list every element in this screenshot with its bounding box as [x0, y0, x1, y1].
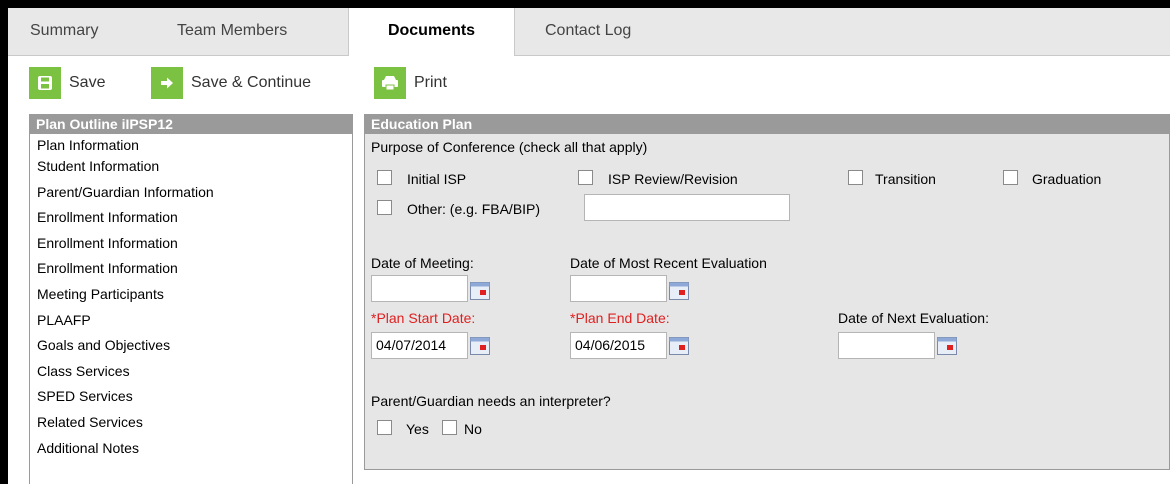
other-label: Other: (e.g. FBA/BIP) [407, 201, 541, 217]
outline-item-class-services[interactable]: Class Services [37, 359, 352, 385]
calendar-icon[interactable] [669, 282, 689, 300]
tab-documents[interactable]: Documents [348, 8, 515, 56]
save-label: Save [69, 74, 106, 91]
tab-summary[interactable]: Summary [30, 8, 98, 55]
education-plan-panel: Education Plan Purpose of Conference (ch… [364, 114, 1170, 470]
plan-start-date-input[interactable]: 04/07/2014 [371, 332, 468, 359]
purpose-label: Purpose of Conference (check all that ap… [371, 139, 648, 155]
plan-outline-panel: Plan Outline iIPSP12 Plan Information St… [29, 114, 353, 484]
outline-item-goals-objectives[interactable]: Goals and Objectives [37, 333, 352, 359]
outline-item-student-information[interactable]: Student Information [37, 154, 352, 180]
calendar-icon[interactable] [470, 337, 490, 355]
save-button[interactable]: Save [29, 67, 105, 99]
interpreter-no-checkbox[interactable] [442, 420, 457, 435]
interpreter-label: Parent/Guardian needs an interpreter? [371, 393, 611, 409]
outline-item-enrollment-information[interactable]: Enrollment Information [37, 231, 352, 257]
outline-item-additional-notes[interactable]: Additional Notes [37, 436, 352, 462]
plan-outline-list: Plan Information Student Information Par… [30, 134, 352, 461]
interpreter-yes-checkbox[interactable] [377, 420, 392, 435]
interpreter-yes-label: Yes [406, 421, 429, 437]
recent-eval-input[interactable] [570, 275, 667, 302]
outline-item-plaafp[interactable]: PLAAFP [37, 308, 352, 334]
outline-item-sped-services[interactable]: SPED Services [37, 384, 352, 410]
plan-outline-title: Plan Outline iIPSP12 [30, 115, 352, 134]
interpreter-no-label: No [464, 421, 482, 437]
plan-end-date-input[interactable]: 04/06/2015 [570, 332, 667, 359]
outline-item-related-services[interactable]: Related Services [37, 410, 352, 436]
outline-item-meeting-participants[interactable]: Meeting Participants [37, 282, 352, 308]
calendar-icon[interactable] [669, 337, 689, 355]
tab-contact-log[interactable]: Contact Log [545, 8, 631, 55]
calendar-icon[interactable] [937, 337, 957, 355]
education-plan-title: Education Plan [365, 115, 1169, 134]
plan-start-date-label: *Plan Start Date: [371, 310, 476, 326]
date-of-meeting-label: Date of Meeting: [371, 255, 474, 271]
tab-bar: Summary Team Members Documents Contact L… [8, 8, 1170, 56]
isp-review-checkbox[interactable] [578, 170, 593, 185]
plan-end-date-label: *Plan End Date: [570, 310, 670, 326]
save-continue-label: Save & Continue [191, 74, 312, 91]
print-label: Print [414, 74, 447, 91]
graduation-checkbox[interactable] [1003, 170, 1018, 185]
calendar-icon[interactable] [470, 282, 490, 300]
floppy-disk-icon [29, 67, 61, 99]
save-continue-button[interactable]: Save & Continue [151, 67, 311, 99]
printer-icon [374, 67, 406, 99]
date-of-meeting-input[interactable] [371, 275, 468, 302]
initial-isp-checkbox[interactable] [377, 170, 392, 185]
print-button[interactable]: Print [374, 67, 447, 99]
toolbar: Save Save & Continue Print [8, 56, 1170, 106]
other-checkbox[interactable] [377, 200, 392, 215]
other-field[interactable] [584, 194, 790, 221]
tab-team-members[interactable]: Team Members [177, 8, 287, 55]
next-eval-input[interactable] [838, 332, 935, 359]
arrow-right-icon [151, 67, 183, 99]
graduation-label: Graduation [1032, 171, 1102, 187]
isp-review-label: ISP Review/Revision [608, 171, 738, 187]
outline-item-enrollment-information[interactable]: Enrollment Information [37, 205, 352, 231]
outline-item-parent-guardian-information[interactable]: Parent/Guardian Information [37, 180, 352, 206]
next-eval-label: Date of Next Evaluation: [838, 310, 989, 326]
transition-label: Transition [875, 171, 936, 187]
transition-checkbox[interactable] [848, 170, 863, 185]
outline-item-enrollment-information[interactable]: Enrollment Information [37, 256, 352, 282]
app-frame: Summary Team Members Documents Contact L… [8, 8, 1170, 484]
recent-eval-label: Date of Most Recent Evaluation [570, 255, 767, 271]
outline-item-plan-information[interactable]: Plan Information [37, 134, 352, 154]
initial-isp-label: Initial ISP [407, 171, 467, 187]
